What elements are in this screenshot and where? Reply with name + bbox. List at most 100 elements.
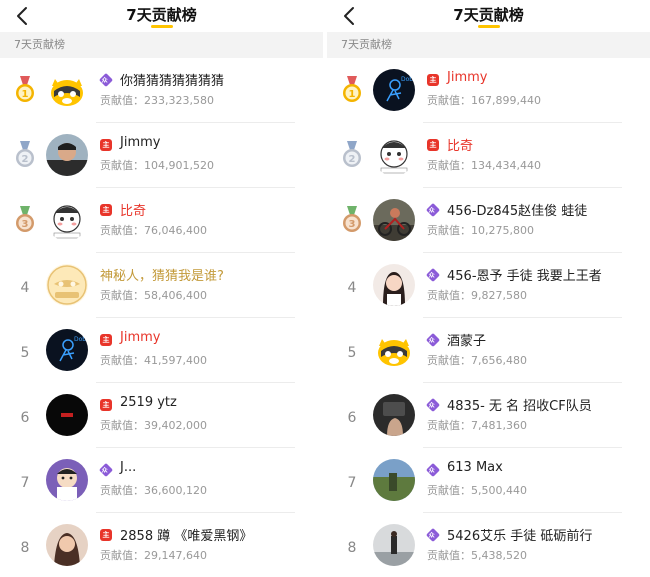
svg-text:3: 3 [349,219,356,230]
page-title: 7天贡献榜 [126,6,197,24]
rank-number: 5 [347,345,357,361]
contribution-value: 贡献值：5,500,440 [427,484,527,497]
avatar[interactable] [46,199,88,241]
header: 7天贡献榜 [327,0,650,32]
avatar[interactable]: Dob [373,69,415,111]
contribution-value: 贡献值：167,899,440 [427,94,541,107]
contribution-value: 贡献值：9,827,580 [427,289,527,302]
contribution-value: 贡献值：5,438,520 [427,549,527,562]
title-underline [150,25,173,28]
ranking-list: 1 众你猜猜猜猜猜猜猜 贡献值：233,323,580 2 主 Jimmy 贡献值：1… [0,58,323,577]
section-header: 7天贡献榜 [0,32,323,58]
avatar[interactable]: Dob [46,329,88,371]
ranking-list: 1 Dob 主 Jimmy 贡献值：167,899,440 2 主比奇贡献值：134,… [327,58,650,577]
avatar[interactable] [373,459,415,501]
host-badge-icon: 主 [100,334,112,346]
user-name: Jimmy [120,330,161,345]
ranking-row[interactable]: 7 众 J... 贡献值：36,600,120 [0,448,323,513]
ranking-row[interactable]: 8 主 2858 蹲 《唯爱黑钢》贡献值：29,147,640 [0,513,323,577]
host-badge-icon: 主 [100,204,112,216]
header: 7天贡献榜 [0,0,323,32]
contribution-value: 贡献值：29,147,640 [100,549,207,562]
ranking-row[interactable]: 5 众酒蒙子 贡献值：7,656,480 [327,318,650,383]
user-name: 比奇 [120,204,147,219]
ranking-row[interactable]: 2 主比奇贡献值：134,434,440 [327,123,650,188]
bronze-medal-icon: 3 [341,206,363,234]
svg-text:Dob: Dob [74,336,86,343]
gold-medal-icon: 1 [14,76,36,104]
leaderboard-panel-left: 7天贡献榜 7天贡献榜 1 众你猜猜猜猜猜猜猜 贡献值：233,323,580 2… [0,0,323,577]
avatar[interactable] [46,394,88,436]
svg-text:1: 1 [22,89,29,100]
host-badge-icon: 主 [427,139,439,151]
contribution-value: 贡献值：58,406,400 [100,289,207,302]
ranking-row[interactable]: 6 主 2519 ytz 贡献值：39,402,000 [0,383,323,448]
rank-number: 4 [347,280,357,296]
ranking-row[interactable]: 8 众 5426艾乐 手徒 砥砺前行 贡献值：5,438,520 [327,513,650,577]
contribution-value: 贡献值：134,434,440 [427,159,541,172]
contribution-value: 贡献值：104,901,520 [100,159,214,172]
svg-text:1: 1 [349,89,356,100]
avatar[interactable] [373,264,415,306]
user-name: 5426艾乐 手徒 砥砺前行 [447,529,593,544]
ranking-row[interactable]: 3 主比奇 贡献值：76,046,400 [0,188,323,253]
user-name: 456-Dz845赵佳俊 蛙徒 [447,204,588,219]
avatar[interactable] [373,394,415,436]
user-name: 比奇 [447,139,474,154]
ranking-row[interactable]: 4 众 456-恩予 手徒 我要上王者贡献值：9,827,580 [327,253,650,318]
fan-badge-icon: 众 [425,202,441,218]
avatar[interactable] [373,524,415,566]
rank-number: 8 [20,540,30,556]
contribution-value: 贡献值：39,402,000 [100,419,207,432]
avatar[interactable] [373,134,415,176]
fan-badge-icon: 众 [425,332,441,348]
fan-badge-icon: 众 [98,72,114,88]
host-badge-icon: 主 [100,399,112,411]
avatar[interactable] [46,69,88,111]
fan-badge-icon: 众 [425,462,441,478]
rank-number: 7 [20,475,30,491]
ranking-row[interactable]: 3 众 456-Dz845赵佳俊 蛙徒贡献值：10,275,800 [327,188,650,253]
avatar[interactable] [46,459,88,501]
user-name: 你猜猜猜猜猜猜猜 [120,74,225,89]
fan-badge-icon: 众 [425,267,441,283]
rank-number: 6 [20,410,30,426]
fan-badge-icon: 众 [98,462,114,478]
ranking-row[interactable]: 1 众你猜猜猜猜猜猜猜贡献值：233,323,580 [0,58,323,123]
bronze-medal-icon: 3 [14,206,36,234]
silver-medal-icon: 2 [14,141,36,169]
user-name: 4835- 无 名 招收CF队员 [447,399,592,414]
contribution-value: 贡献值：36,600,120 [100,484,207,497]
user-name: 2519 ytz [120,395,177,410]
contribution-value: 贡献值：7,656,480 [427,354,527,367]
ranking-row[interactable]: 4 神秘人，猜猜我是谁? 贡献值：58,406,400 [0,253,323,318]
leaderboard-panel-right: 7天贡献榜 7天贡献榜 1 Dob 主 Jimmy 贡献值：167,899,440 2… [327,0,650,577]
user-name: J... [120,460,137,475]
avatar[interactable] [46,524,88,566]
svg-text:2: 2 [22,154,29,165]
user-name: 2858 蹲 《唯爱黑钢》 [120,529,253,544]
user-name: 456-恩予 手徒 我要上王者 [447,269,602,284]
user-name: 613 Max [447,460,503,475]
title-underline [477,25,500,28]
contribution-value: 贡献值：41,597,400 [100,354,207,367]
avatar[interactable] [373,329,415,371]
rank-number: 5 [20,345,30,361]
ranking-row[interactable]: 5 Dob 主 Jimmy 贡献值：41,597,400 [0,318,323,383]
avatar[interactable] [373,199,415,241]
fan-badge-icon: 众 [425,397,441,413]
contribution-value: 贡献值：233,323,580 [100,94,214,107]
ranking-row[interactable]: 7 众 613 Max 贡献值：5,500,440 [327,448,650,513]
silver-medal-icon: 2 [341,141,363,169]
avatar[interactable] [46,264,88,306]
user-name: Jimmy [120,135,161,150]
ranking-row[interactable]: 6 众 4835- 无 名 招收CF队员 贡献值：7,481,360 [327,383,650,448]
ranking-row[interactable]: 2 主 Jimmy 贡献值：104,901,520 [0,123,323,188]
svg-text:3: 3 [22,219,29,230]
avatar[interactable] [46,134,88,176]
host-badge-icon: 主 [100,529,112,541]
svg-text:Dob: Dob [401,76,413,83]
rank-number: 4 [20,280,30,296]
contribution-value: 贡献值：10,275,800 [427,224,534,237]
ranking-row[interactable]: 1 Dob 主 Jimmy 贡献值：167,899,440 [327,58,650,123]
